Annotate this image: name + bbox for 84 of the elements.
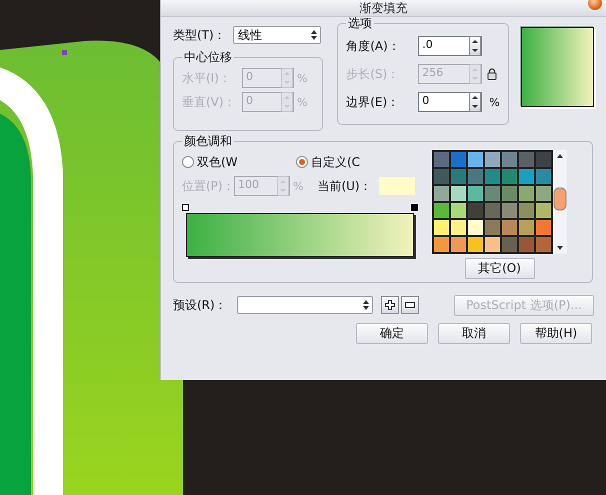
radio-option[interactable]: 自定义(C <box>296 154 406 170</box>
radio-option[interactable]: 双色(W <box>182 154 292 170</box>
group-legend: 选项 <box>346 15 374 32</box>
field-label: 步长(S)： <box>346 66 400 82</box>
color-swatch[interactable] <box>467 168 484 185</box>
scrollbar[interactable] <box>553 150 567 254</box>
color-swatch[interactable] <box>484 185 501 202</box>
color-swatch[interactable] <box>484 168 501 185</box>
spin-button[interactable] <box>469 36 482 56</box>
field-label: 预设(R)： <box>173 296 228 314</box>
field-label: 角度(A)： <box>346 38 401 54</box>
window-title: 渐变填充 <box>360 1 408 15</box>
gradient-bar[interactable] <box>186 213 414 257</box>
color-swatch[interactable] <box>518 168 535 185</box>
field-label: 位置(P)： <box>182 178 234 194</box>
dialog-button[interactable]: 确定 <box>356 323 428 344</box>
color-swatch[interactable] <box>518 219 535 236</box>
color-swatch[interactable] <box>433 236 450 253</box>
color-swatch[interactable] <box>467 151 484 168</box>
color-swatch[interactable] <box>433 219 450 236</box>
color-swatch[interactable] <box>433 185 450 202</box>
color-swatch[interactable] <box>501 219 518 236</box>
preset-dropdown[interactable] <box>237 296 373 314</box>
unit-label: % <box>297 72 308 84</box>
updown-arrows-icon <box>363 300 369 310</box>
color-swatch[interactable] <box>467 219 484 236</box>
color-swatch[interactable] <box>518 202 535 219</box>
minus-icon <box>405 302 415 308</box>
radio-button[interactable] <box>182 156 194 168</box>
unit-label: % <box>297 96 308 108</box>
color-swatch[interactable] <box>433 202 450 219</box>
add-button[interactable] <box>381 296 399 314</box>
color-swatch[interactable] <box>535 202 552 219</box>
dialog-button[interactable]: 取消 <box>438 323 510 344</box>
unit-label: % <box>293 180 304 192</box>
color-swatch[interactable] <box>535 236 552 253</box>
color-swatch[interactable] <box>484 202 501 219</box>
dialog-button[interactable]: 帮助(H) <box>520 323 592 344</box>
color-swatch[interactable] <box>501 185 518 202</box>
group-legend: 中心位移 <box>182 49 234 66</box>
color-swatch[interactable] <box>518 185 535 202</box>
field-label: 类型(T)： <box>173 26 227 44</box>
group-legend: 颜色调和 <box>182 133 234 150</box>
color-swatch[interactable] <box>450 202 467 219</box>
gradient-stop-marker[interactable] <box>182 204 189 211</box>
field-label: 当前(U)： <box>317 178 373 194</box>
color-swatch[interactable] <box>484 236 501 253</box>
color-swatch[interactable] <box>467 236 484 253</box>
plus-icon <box>385 300 395 310</box>
other-button[interactable]: 其它(O) <box>464 258 534 279</box>
color-swatch[interactable] <box>467 185 484 202</box>
color-swatch[interactable] <box>535 151 552 168</box>
color-swatch[interactable] <box>535 168 552 185</box>
color-swatch[interactable] <box>450 219 467 236</box>
color-swatch[interactable] <box>501 168 518 185</box>
close-icon[interactable] <box>588 0 602 10</box>
gradient-stop-marker[interactable] <box>411 204 418 211</box>
color-swatch[interactable] <box>535 219 552 236</box>
spin-button[interactable] <box>469 92 482 112</box>
color-swatch[interactable] <box>450 185 467 202</box>
color-swatch[interactable] <box>501 236 518 253</box>
unit-label: % <box>489 96 500 108</box>
lock-icon[interactable] <box>487 68 498 80</box>
color-swatch[interactable] <box>433 151 450 168</box>
radio-button[interactable] <box>296 156 308 168</box>
color-swatch[interactable] <box>535 185 552 202</box>
color-swatch[interactable] <box>484 219 501 236</box>
field-label: 水平(I)： <box>182 70 232 86</box>
color-swatch[interactable] <box>501 202 518 219</box>
color-swatch[interactable] <box>501 151 518 168</box>
color-swatch[interactable] <box>518 151 535 168</box>
field-label: 边界(E)： <box>346 94 400 110</box>
type-dropdown[interactable]: 线性 <box>233 26 321 44</box>
color-swatch[interactable] <box>484 151 501 168</box>
color-swatch[interactable] <box>450 168 467 185</box>
updown-arrows-icon <box>311 30 317 40</box>
field-label: 垂直(V)： <box>182 94 237 110</box>
current-color-swatch[interactable] <box>379 177 416 195</box>
color-swatch[interactable] <box>450 236 467 253</box>
remove-button[interactable] <box>401 296 419 314</box>
color-swatch[interactable] <box>433 168 450 185</box>
color-swatch[interactable] <box>450 151 467 168</box>
color-swatch[interactable] <box>518 236 535 253</box>
color-swatch[interactable] <box>467 202 484 219</box>
